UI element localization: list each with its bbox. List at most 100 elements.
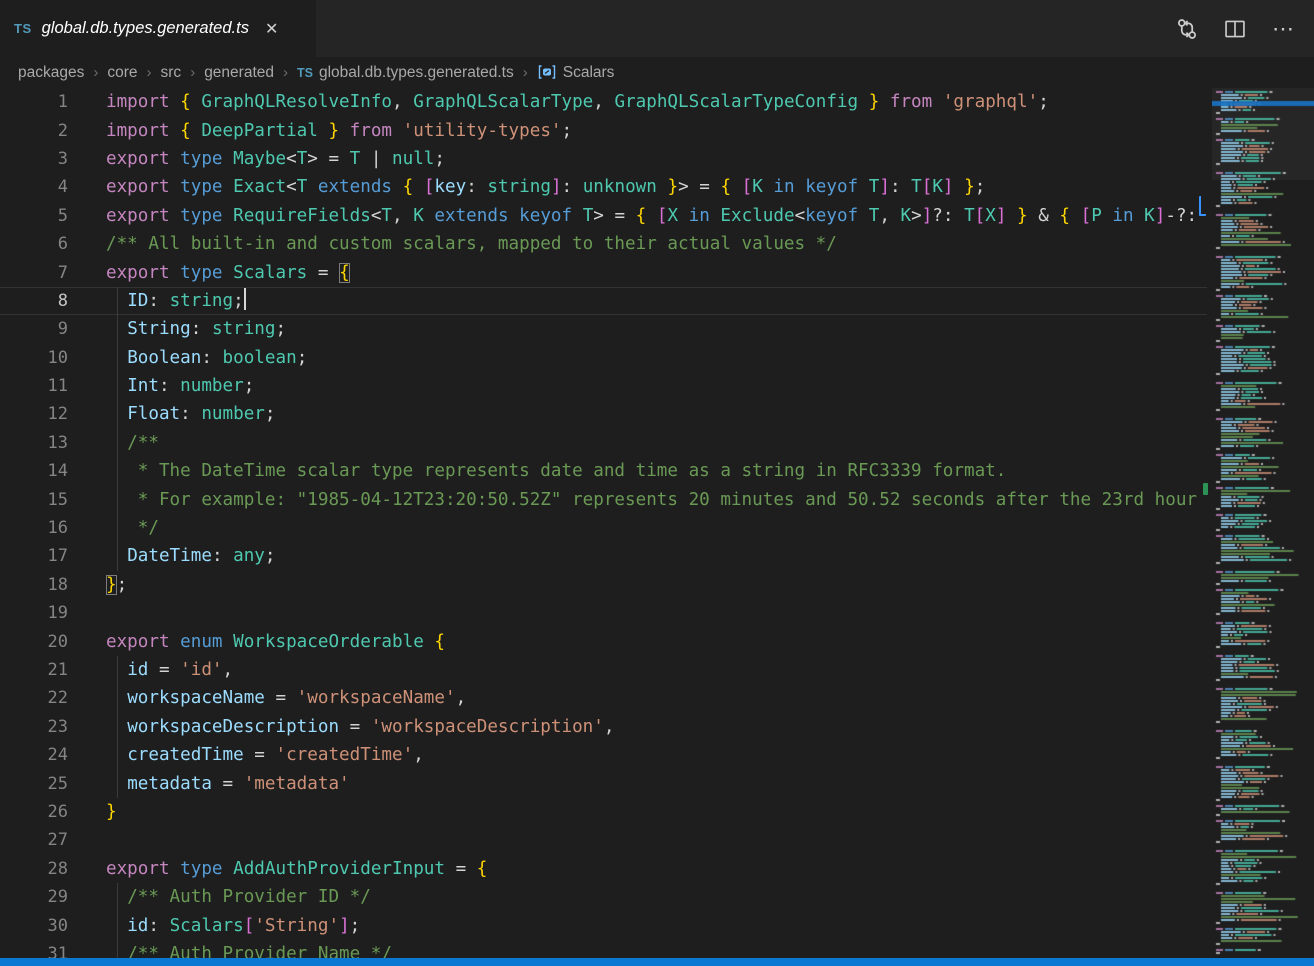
code-text: /** Auth Provider ID */ bbox=[106, 887, 371, 907]
minimap-canvas bbox=[1212, 88, 1314, 958]
code-text: export type Maybe<T> = T | null; bbox=[106, 149, 445, 169]
code-line[interactable]: 21 id = 'id', bbox=[0, 656, 1207, 684]
code-text: import { GraphQLResolveInfo, GraphQLScal… bbox=[106, 92, 1049, 112]
indent-guide bbox=[117, 940, 118, 958]
breadcrumb-label: packages bbox=[18, 64, 84, 82]
indent-guide bbox=[117, 514, 118, 542]
code-line[interactable]: 28export type AddAuthProviderInput = { bbox=[0, 855, 1207, 883]
line-number: 1 bbox=[0, 92, 68, 112]
chevron-right-icon: › bbox=[523, 64, 528, 81]
code-line[interactable]: 16 */ bbox=[0, 514, 1207, 542]
indent-guide bbox=[117, 883, 118, 911]
status-bar[interactable] bbox=[0, 958, 1314, 966]
code-line[interactable]: 18}; bbox=[0, 571, 1207, 599]
indent-guide bbox=[117, 315, 118, 343]
code-line[interactable]: 26} bbox=[0, 798, 1207, 826]
code-line[interactable]: 7 export type Scalars = { bbox=[0, 258, 1207, 286]
indent-guide bbox=[117, 769, 118, 797]
breadcrumb-item-src[interactable]: src bbox=[161, 64, 182, 82]
code-text: import { DeepPartial } from 'utility-typ… bbox=[106, 121, 572, 141]
chevron-right-icon: › bbox=[190, 64, 195, 81]
code-text: /** bbox=[106, 433, 159, 453]
line-number: 30 bbox=[0, 916, 68, 936]
line-number: 7 bbox=[0, 263, 68, 283]
line-number: 24 bbox=[0, 745, 68, 765]
tab-title: global.db.types.generated.ts bbox=[42, 19, 249, 38]
code-line[interactable]: 15 * For example: "1985-04-12T23:20:50.5… bbox=[0, 485, 1207, 513]
indent-guide bbox=[117, 344, 118, 372]
code-text: Boolean: boolean; bbox=[106, 348, 307, 368]
code-text: export enum WorkspaceOrderable { bbox=[106, 632, 445, 652]
breadcrumb-label: generated bbox=[204, 64, 274, 82]
code-text: workspaceDescription = 'workspaceDescrip… bbox=[106, 717, 614, 737]
code-line[interactable]: 5export type RequireFields<T, K extends … bbox=[0, 202, 1207, 230]
split-editor-icon[interactable] bbox=[1224, 18, 1246, 40]
line-number: 11 bbox=[0, 376, 68, 396]
indent-guide bbox=[117, 713, 118, 741]
code-line[interactable]: 14 * The DateTime scalar type represents… bbox=[0, 457, 1207, 485]
code-line[interactable]: 13 /** bbox=[0, 429, 1207, 457]
breadcrumb-item-scalars[interactable]: Scalars bbox=[537, 64, 615, 82]
breadcrumb-item-core[interactable]: core bbox=[107, 64, 137, 82]
open-changes-icon[interactable] bbox=[1176, 18, 1198, 40]
editor-tab-bar: TS global.db.types.generated.ts ✕ bbox=[0, 0, 1314, 57]
line-number: 2 bbox=[0, 121, 68, 141]
code-text: /** All built-in and custom scalars, map… bbox=[106, 234, 837, 254]
code-line[interactable]: 17 DateTime: any; bbox=[0, 542, 1207, 570]
code-text: metadata = 'metadata' bbox=[106, 774, 350, 794]
code-line[interactable]: 29 /** Auth Provider ID */ bbox=[0, 883, 1207, 911]
code-text: export type Scalars = { bbox=[106, 263, 350, 283]
code-line[interactable]: 12 Float: number; bbox=[0, 400, 1207, 428]
code-line[interactable]: 9 String: string; bbox=[0, 315, 1207, 343]
tab-global-db-types-generated[interactable]: TS global.db.types.generated.ts ✕ bbox=[0, 0, 316, 57]
line-number: 21 bbox=[0, 660, 68, 680]
code-line[interactable]: 24 createdTime = 'createdTime', bbox=[0, 741, 1207, 769]
line-number: 3 bbox=[0, 149, 68, 169]
code-line[interactable]: 23 workspaceDescription = 'workspaceDesc… bbox=[0, 713, 1207, 741]
indent-guide bbox=[117, 485, 118, 513]
code-line[interactable]: 31 /** Auth Provider Name */ bbox=[0, 940, 1207, 958]
code-line[interactable]: 19 bbox=[0, 599, 1207, 627]
vscode-window: TS global.db.types.generated.ts ✕ bbox=[0, 0, 1314, 966]
code-line[interactable]: 4export type Exact<T extends { [key: str… bbox=[0, 173, 1207, 201]
code-line[interactable]: 10 Boolean: boolean; bbox=[0, 344, 1207, 372]
close-icon[interactable]: ✕ bbox=[265, 19, 278, 39]
line-number: 18 bbox=[0, 575, 68, 595]
breadcrumb-item-packages[interactable]: packages bbox=[18, 64, 84, 82]
line-number: 8 bbox=[0, 291, 68, 311]
more-actions-icon[interactable]: ⋯ bbox=[1272, 16, 1296, 42]
breadcrumb-item-generated[interactable]: generated bbox=[204, 64, 274, 82]
code-line[interactable]: 22 workspaceName = 'workspaceName', bbox=[0, 684, 1207, 712]
code-line[interactable]: 2 import { DeepPartial } from 'utility-ty… bbox=[0, 116, 1207, 144]
breadcrumb-item-global-db-types-generated-ts[interactable]: TSglobal.db.types.generated.ts bbox=[297, 64, 514, 82]
indent-guide bbox=[117, 429, 118, 457]
code-line[interactable]: 11 Int: number; bbox=[0, 372, 1207, 400]
code-line[interactable]: 25 metadata = 'metadata' bbox=[0, 769, 1207, 797]
line-number: 9 bbox=[0, 319, 68, 339]
chevron-right-icon: › bbox=[93, 64, 98, 81]
code-text: id: Scalars['String']; bbox=[106, 916, 360, 936]
indent-guide bbox=[117, 372, 118, 400]
code-text: DateTime: any; bbox=[106, 546, 276, 566]
code-text: String: string; bbox=[106, 319, 286, 339]
minimap[interactable] bbox=[1212, 88, 1314, 958]
code-editor[interactable]: 1 import { GraphQLResolveInfo, GraphQLSca… bbox=[0, 88, 1207, 958]
chevron-right-icon: › bbox=[147, 64, 152, 81]
code-line[interactable]: 8 ID: string; bbox=[0, 287, 1207, 315]
code-line[interactable]: 3 export type Maybe<T> = T | null; bbox=[0, 145, 1207, 173]
code-text: id = 'id', bbox=[106, 660, 233, 680]
code-text: workspaceName = 'workspaceName', bbox=[106, 688, 466, 708]
code-line[interactable]: 20export enum WorkspaceOrderable { bbox=[0, 627, 1207, 655]
line-number: 25 bbox=[0, 774, 68, 794]
line-number: 15 bbox=[0, 490, 68, 510]
code-line[interactable]: 1 import { GraphQLResolveInfo, GraphQLSca… bbox=[0, 88, 1207, 116]
code-line[interactable]: 30 id: Scalars['String']; bbox=[0, 911, 1207, 939]
breadcrumb-label: src bbox=[161, 64, 182, 82]
code-text: * For example: "1985-04-12T23:20:50.52Z"… bbox=[106, 490, 1207, 510]
code-line[interactable]: 6/** All built-in and custom scalars, ma… bbox=[0, 230, 1207, 258]
code-text: export type AddAuthProviderInput = { bbox=[106, 859, 487, 879]
overview-cursor-decoration bbox=[1199, 196, 1206, 216]
code-text: ID: string; bbox=[106, 291, 246, 311]
indent-guide bbox=[117, 400, 118, 428]
code-line[interactable]: 27 bbox=[0, 826, 1207, 854]
